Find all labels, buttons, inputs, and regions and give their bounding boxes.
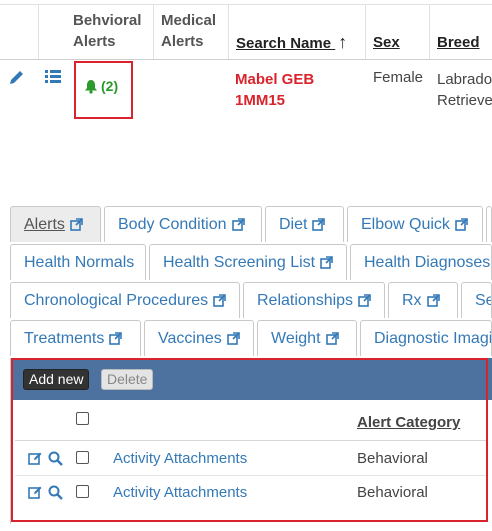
add-new-button[interactable]: Add new (23, 369, 90, 390)
sort-asc-icon: ↑ (338, 32, 348, 52)
col-medical-alerts-line1: Medical (161, 12, 217, 29)
grid-header-border (0, 59, 492, 60)
col-sex[interactable]: Sex (366, 4, 430, 59)
tab-health-diagnoses[interactable]: Health Diagnoses (350, 244, 492, 280)
tab-vaccines[interactable]: Vaccines (144, 320, 254, 356)
col-behavioral-alerts-line2: Alerts (73, 33, 116, 50)
external-link-icon (358, 294, 371, 307)
tab-relationships-label: Relationships (257, 291, 354, 309)
col-search-name[interactable]: Search Name ↑ (229, 4, 366, 59)
external-link-icon (455, 218, 468, 231)
tab-elbow-quick[interactable]: Elbow Quick (347, 206, 483, 242)
tab-chronological-procedures-label: Chronological Procedures (24, 291, 209, 309)
behavioral-alert-highlight: (2) (74, 61, 133, 119)
tab-treatments-label: Treatments (24, 329, 105, 347)
alert-name-link[interactable]: Activity Attachments (113, 484, 247, 501)
external-link-icon (312, 218, 326, 231)
tab-diagnostic-imaging-label: Diagnostic Imagi (374, 329, 492, 347)
tab-health-normals-label: Health Normals (24, 253, 135, 271)
external-link-icon (325, 332, 339, 345)
col-breed[interactable]: Breed (430, 4, 492, 59)
external-link-icon (213, 294, 226, 307)
edit-row-icon[interactable] (28, 451, 43, 466)
tab-health-screening-list[interactable]: Health Screening List (149, 244, 347, 280)
alert-name-link[interactable]: Activity Attachments (113, 450, 247, 467)
tab-diagnostic-imaging[interactable]: Diagnostic Imagi (360, 320, 492, 356)
animal-sex: Female (373, 69, 424, 86)
list-icon[interactable] (45, 69, 61, 83)
tab-body-condition[interactable]: Body Condition (104, 206, 262, 242)
tab-overflow[interactable] (486, 206, 492, 242)
animal-name-line2: 1MM15 (235, 92, 286, 109)
col-search-name-label: Search Name (236, 35, 332, 52)
select-all-checkbox[interactable] (76, 412, 89, 425)
col-medical-alerts: Medical Alerts (154, 4, 229, 59)
tab-chronological-procedures[interactable]: Chronological Procedures (10, 282, 240, 318)
alert-category: Behavioral (357, 484, 428, 501)
animal-name-line1: Mabel GEB (235, 71, 315, 88)
external-link-icon (231, 218, 245, 231)
tab-alerts-label: Alerts (24, 215, 65, 233)
tab-health-screening-list-label: Health Screening List (163, 253, 316, 271)
search-icon[interactable] (48, 485, 63, 500)
external-link-icon (426, 294, 440, 307)
row-divider (15, 475, 488, 476)
tab-relationships[interactable]: Relationships (243, 282, 385, 318)
animal-breed-line1: Labrado (437, 71, 492, 88)
grid-divider (38, 4, 39, 59)
tab-body-condition-label: Body Condition (118, 215, 227, 233)
col-breed-label: Breed (437, 34, 480, 51)
tab-diet-label: Diet (279, 215, 308, 233)
col-behavioral-alerts-line1: Behvioral (73, 12, 142, 29)
animal-breed-line2: Retriever (437, 92, 492, 109)
animal-name: Mabel GEB 1MM15 (235, 69, 345, 111)
edit-row-icon[interactable] (28, 485, 43, 500)
search-icon[interactable] (48, 451, 63, 466)
tab-health-diagnoses-label: Health Diagnoses (364, 253, 491, 271)
col-behavioral-alerts: Behvioral Alerts (66, 4, 154, 59)
animal-breed: Labrado Retriever (437, 69, 492, 111)
col-sex-label: Sex (373, 34, 400, 51)
tab-se-label: Se (475, 291, 491, 309)
tab-elbow-quick-label: Elbow Quick (361, 215, 450, 233)
behavioral-alert-indicator[interactable]: (2) (84, 78, 118, 94)
row-divider (15, 440, 488, 441)
delete-button[interactable]: Delete (101, 369, 154, 390)
alert-category: Behavioral (357, 450, 428, 467)
tab-alerts[interactable]: Alerts (10, 206, 101, 242)
panel-toolbar: Add new Delete (11, 358, 492, 400)
tab-weight[interactable]: Weight (257, 320, 357, 356)
tab-se[interactable]: Se (461, 282, 492, 318)
tab-diet[interactable]: Diet (265, 206, 344, 242)
row-checkbox[interactable] (76, 451, 89, 464)
tab-health-normals[interactable]: Health Normals (10, 244, 146, 280)
col-medical-alerts-line2: Alerts (161, 33, 204, 50)
tab-weight-label: Weight (271, 329, 321, 347)
bell-icon (85, 79, 97, 94)
external-link-icon (320, 256, 333, 269)
external-link-icon (109, 332, 123, 345)
tab-vaccines-label: Vaccines (158, 329, 222, 347)
alert-count: (2) (101, 78, 119, 94)
external-link-icon (226, 332, 240, 345)
col-alert-category[interactable]: Alert Category (357, 414, 460, 431)
row-checkbox[interactable] (76, 485, 89, 498)
tab-rx-label: Rx (402, 291, 422, 309)
tab-rx[interactable]: Rx (388, 282, 458, 318)
external-link-icon (70, 218, 83, 231)
edit-icon[interactable] (8, 69, 25, 86)
tab-treatments[interactable]: Treatments (10, 320, 141, 356)
